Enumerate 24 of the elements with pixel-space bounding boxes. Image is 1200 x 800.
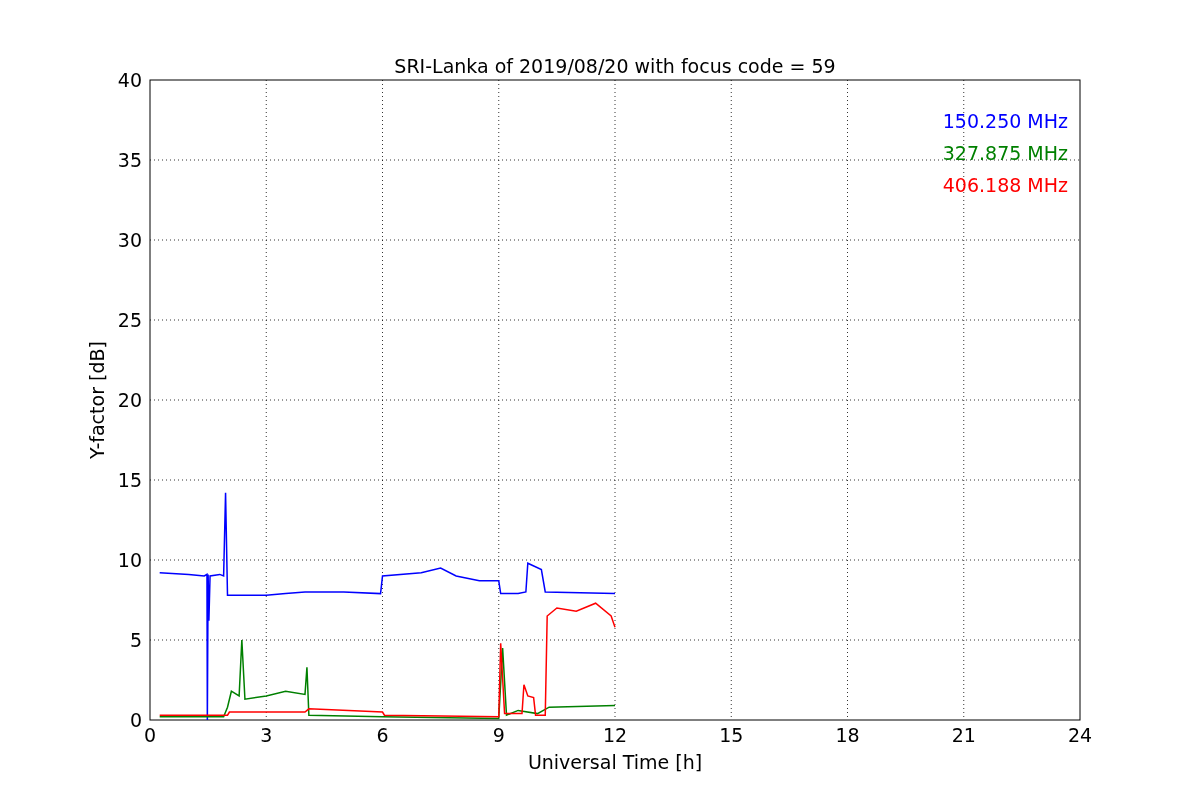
y-tick-label: 40: [117, 69, 142, 91]
x-axis-label: Universal Time [h]: [527, 751, 703, 773]
x-tick-label: 21: [951, 724, 976, 746]
y-tick-label: 30: [117, 229, 142, 251]
x-tick-label: 6: [376, 724, 389, 746]
legend-label: 406.188 MHz: [942, 174, 1068, 196]
x-tick-label: 12: [602, 724, 628, 746]
x-tick-label: 3: [260, 724, 273, 746]
y-tick-label: 20: [117, 389, 142, 411]
y-tick-label: 25: [117, 309, 142, 331]
y-tick-label: 5: [129, 629, 142, 651]
legend-label: 327.875 MHz: [942, 142, 1068, 164]
y-tick-label: 35: [117, 149, 142, 171]
y-tick-label: 0: [129, 709, 142, 731]
y-axis-label: Y-factor [dB]: [86, 341, 108, 459]
chart-title: SRI-Lanka of 2019/08/20 with focus code = 59: [394, 55, 836, 77]
y-tick-label: 10: [117, 549, 142, 571]
y-tick-label: 15: [117, 469, 142, 491]
x-tick-label: 15: [719, 724, 744, 746]
x-tick-label: 24: [1067, 724, 1093, 746]
x-tick-label: 18: [835, 724, 860, 746]
x-tick-label: 0: [143, 724, 157, 746]
x-tick-label: 9: [492, 724, 505, 746]
legend-label: 150.250 MHz: [942, 110, 1068, 132]
